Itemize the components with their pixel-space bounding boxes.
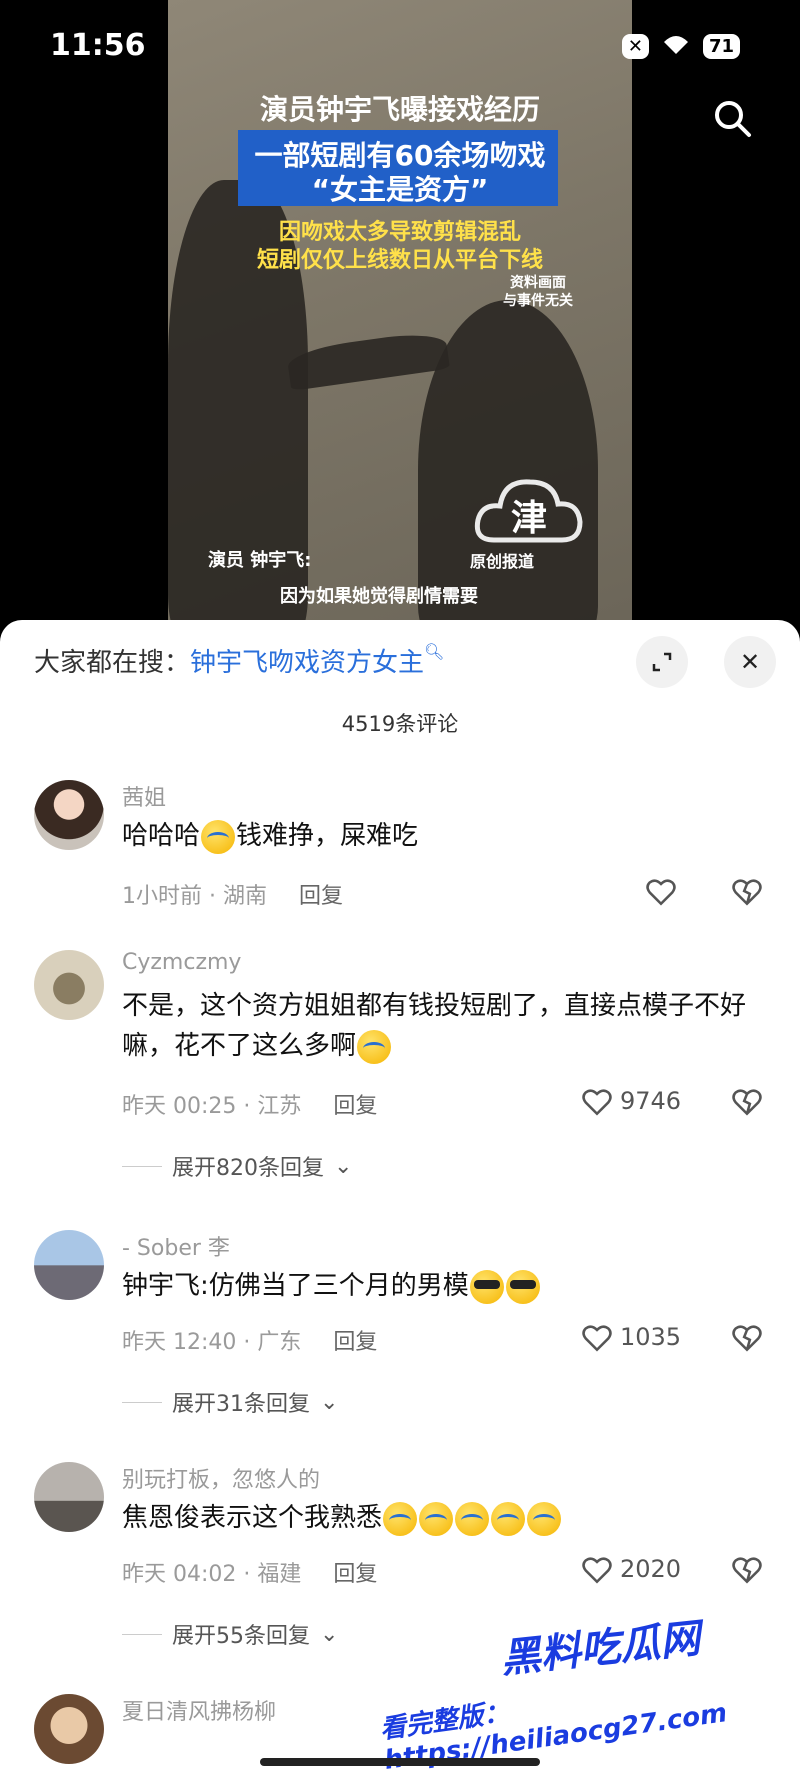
divider-line (122, 1633, 162, 1635)
heart-icon (582, 1089, 612, 1116)
expand-replies-label: 展开820条回复 (172, 1156, 324, 1181)
status-time: 11:56 (50, 28, 146, 63)
reply-button[interactable]: 回复 (333, 1094, 377, 1119)
hot-search[interactable]: 大家都在搜：钟宇飞吻戏资方女主🔍︎ (34, 642, 444, 679)
like-button[interactable]: 1035 (580, 1320, 681, 1354)
comment-time: 昨天 00:25 · 江苏 (122, 1094, 302, 1119)
dislike-button[interactable] (730, 1084, 764, 1122)
hot-search-keyword[interactable]: 钟宇飞吻戏资方女主 (190, 648, 424, 678)
comment-meta: 昨天 04:02 · 福建 回复 (122, 1556, 377, 1588)
heart-icon (582, 1325, 612, 1352)
dislike-button[interactable] (730, 1552, 764, 1590)
search-small-icon: 🔍︎ (424, 642, 445, 661)
broken-heart-icon (732, 879, 762, 906)
status-icons: ✕ 71 (621, 32, 740, 61)
like-count: 2020 (620, 1555, 682, 1583)
like-button[interactable]: 9746 (580, 1084, 681, 1118)
crying-emoji-icon (491, 1501, 526, 1536)
close-pill-icon: ✕ (621, 34, 649, 59)
like-button[interactable] (644, 874, 678, 908)
comment-username[interactable]: - Sober 李 (122, 1230, 230, 1262)
disclaimer-line1: 资料画面 (510, 275, 566, 291)
comment-text-a: 哈哈哈 (122, 821, 201, 851)
chevron-down-icon: ⌄ (320, 1621, 339, 1647)
laugh-cry-emoji-icon (357, 1029, 392, 1064)
avatar[interactable] (34, 1462, 104, 1532)
sunglasses-emoji-icon (505, 1269, 540, 1304)
comment-username[interactable]: 茜姐 (122, 780, 166, 812)
reply-button[interactable]: 回复 (333, 1330, 377, 1355)
comment-username[interactable]: 别玩打板，忽悠人的 (122, 1462, 320, 1494)
expand-replies-label: 展开31条回复 (172, 1392, 310, 1417)
chevron-down-icon: ⌄ (320, 1389, 339, 1415)
crying-emoji-icon (527, 1501, 562, 1536)
comment-text: 不是，这个资方姐姐都有钱投短剧了，直接点模子不好嘛，花不了这么多啊 (122, 986, 762, 1066)
hot-search-label: 大家都在搜： (34, 648, 191, 678)
home-indicator[interactable] (260, 1758, 540, 1766)
comment-text-body: 钟宇飞:仿佛当了三个月的男模 (122, 1271, 469, 1301)
comment-username[interactable]: 夏日清风拂杨柳 (122, 1694, 276, 1726)
reply-button[interactable]: 回复 (333, 1562, 377, 1587)
logo-text: 原创报道 (470, 552, 535, 571)
expand-replies-button[interactable]: 展开55条回复 ⌄ (122, 1618, 338, 1650)
comments-sheet: 大家都在搜：钟宇飞吻戏资方女主🔍︎ ✕ 4519条评论 茜姐 哈哈哈 钱难挣，屎难… (0, 620, 800, 1778)
divider-line (122, 1165, 162, 1167)
silhouette-arms (285, 329, 451, 391)
laugh-cry-emoji-icon (201, 819, 236, 854)
comment-text: 钟宇飞:仿佛当了三个月的男模 (122, 1266, 762, 1306)
expand-icon[interactable] (636, 636, 688, 688)
battery-icon: 71 (702, 34, 740, 59)
crying-emoji-icon (455, 1501, 490, 1536)
broken-heart-icon (732, 1557, 762, 1584)
logo-char: 津 (511, 498, 547, 539)
like-button[interactable]: 2020 (580, 1552, 681, 1586)
caption-line2: “女主是资方” (311, 173, 489, 206)
disclaimer-line2: 与事件无关 (503, 293, 573, 309)
chevron-down-icon: ⌄ (334, 1153, 353, 1179)
video-player[interactable]: 11:56 ✕ 71 演员钟宇飞曝接戏经历 一部短剧有60余场吻戏 “女主是资方… (0, 0, 800, 640)
avatar[interactable] (34, 950, 104, 1020)
dislike-button[interactable] (730, 1320, 764, 1358)
heart-icon (582, 1557, 612, 1584)
comment-text-body: 焦恩俊表示这个我熟悉 (122, 1503, 383, 1533)
sunglasses-emoji-icon (469, 1269, 504, 1304)
reply-button[interactable]: 回复 (299, 884, 343, 909)
avatar[interactable] (34, 780, 104, 850)
caption-yellow2: 短剧仅仅上线数日从平台下线 (256, 248, 543, 273)
comment-meta: 昨天 12:40 · 广东 回复 (122, 1324, 377, 1356)
comment-meta: 1小时前 · 湖南 回复 (122, 878, 343, 910)
avatar[interactable] (34, 1230, 104, 1300)
disclaimer: 资料画面 与事件无关 (498, 274, 578, 310)
wifi-icon (661, 32, 691, 61)
subtitle-text: 因为如果她觉得剧情需要 (280, 586, 478, 607)
broken-heart-icon (732, 1089, 762, 1116)
expand-replies-button[interactable]: 展开820条回复 ⌄ (122, 1150, 352, 1182)
broken-heart-icon (732, 1325, 762, 1352)
dislike-button[interactable] (730, 874, 764, 912)
comment-username[interactable]: Cyzmczmy (122, 950, 241, 975)
comment-text-body: 不是，这个资方姐姐都有钱投短剧了，直接点模子不好嘛，花不了这么多啊 (122, 991, 747, 1061)
avatar[interactable] (34, 1694, 104, 1764)
close-icon[interactable]: ✕ (724, 636, 776, 688)
comment-time: 昨天 04:02 · 福建 (122, 1562, 302, 1587)
expand-replies-label: 展开55条回复 (172, 1624, 310, 1649)
crying-emoji-icon (419, 1501, 454, 1536)
divider-line (122, 1401, 162, 1403)
comment-count: 4519条评论 (341, 712, 459, 736)
comment-text: 焦恩俊表示这个我熟悉 (122, 1498, 762, 1538)
heart-icon (646, 879, 676, 906)
caption-title: 演员钟宇飞曝接戏经历 (259, 93, 540, 126)
subtitle-speaker: 演员 钟宇飞: (208, 550, 312, 571)
comment-meta: 昨天 00:25 · 江苏 回复 (122, 1088, 377, 1120)
like-count: 1035 (620, 1323, 682, 1351)
comment-time: 昨天 12:40 · 广东 (122, 1330, 302, 1355)
expand-replies-button[interactable]: 展开31条回复 ⌄ (122, 1386, 338, 1418)
comment-text-b: 钱难挣，屎难吃 (236, 821, 419, 851)
like-count: 9746 (620, 1087, 682, 1115)
crying-emoji-icon (383, 1501, 418, 1536)
comment-time: 1小时前 · 湖南 (122, 884, 267, 909)
comment-text: 哈哈哈 钱难挣，屎难吃 (122, 816, 762, 856)
